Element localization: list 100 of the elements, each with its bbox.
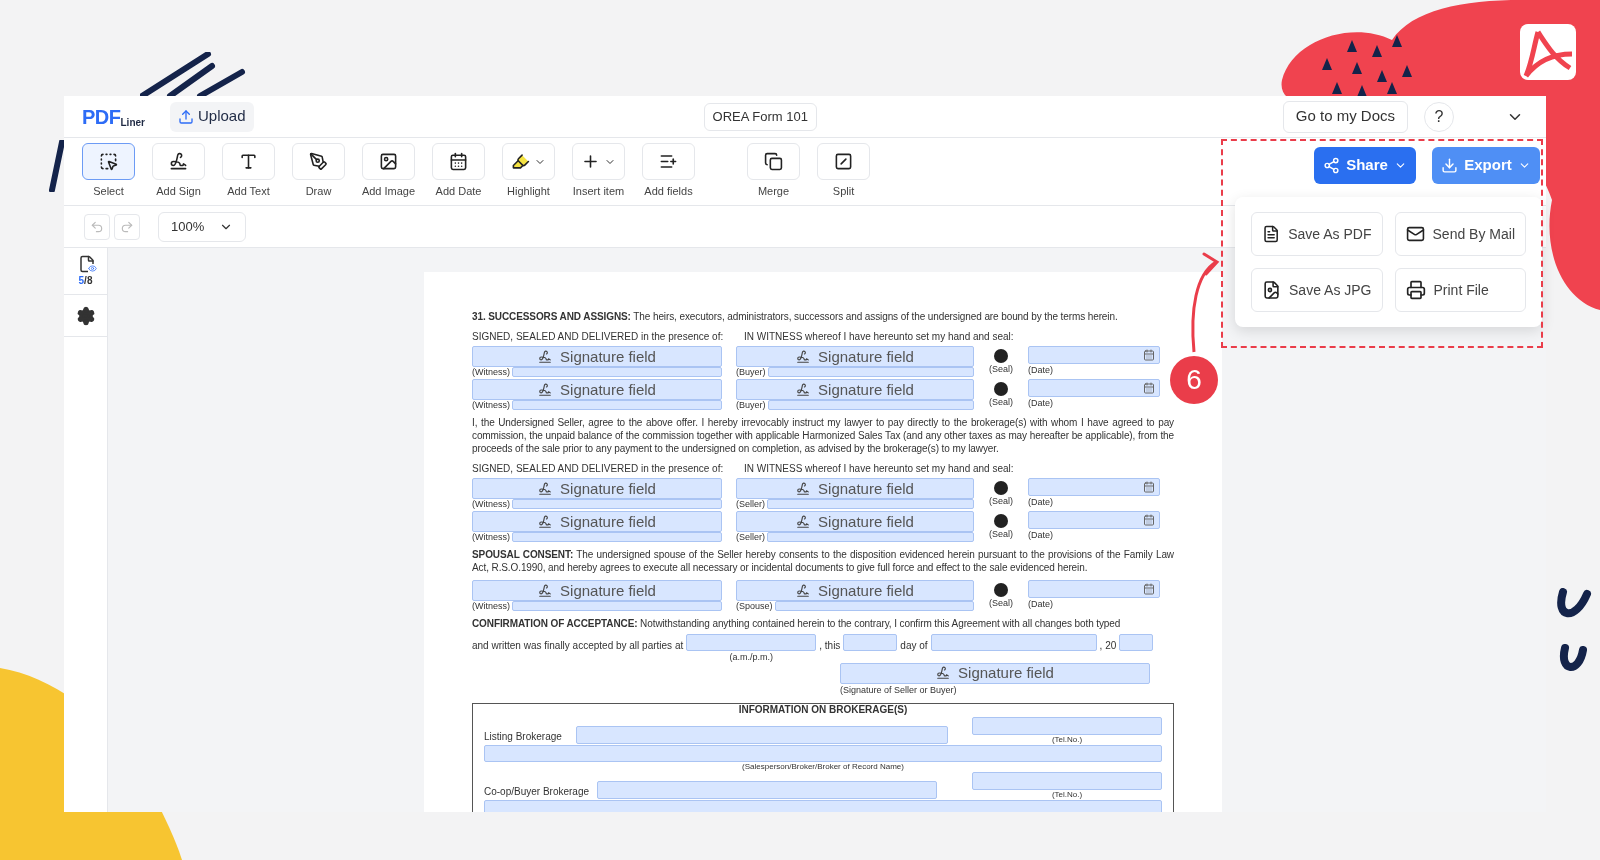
tool-button[interactable]: [82, 143, 135, 181]
calendar-icon: [1143, 382, 1155, 394]
signature-icon: [936, 666, 951, 680]
menu-item[interactable]: Send By Mail: [1394, 212, 1526, 256]
zoom-select[interactable]: 100%: [158, 211, 246, 242]
field-label: (Signature of Seller or Buyer): [840, 683, 957, 697]
date-field[interactable]: [1028, 478, 1160, 496]
input-field[interactable]: [512, 499, 722, 509]
signature-icon: [796, 583, 811, 598]
calendar-icon: [1143, 514, 1155, 526]
calendar-icon: [1143, 481, 1155, 493]
input-field[interactable]: [767, 532, 974, 542]
signature-field[interactable]: Signature field: [736, 580, 974, 601]
field-label: (Date): [1028, 366, 1054, 375]
menu-icon: [1405, 280, 1426, 300]
input-field[interactable]: [972, 717, 1162, 735]
input-field[interactable]: [1119, 634, 1154, 651]
signature-field[interactable]: Signature field: [472, 511, 722, 532]
section-heading: IN WITNESS whereof I have hereunto set my hand and seal:: [744, 330, 1014, 344]
signature-field[interactable]: Signature field: [472, 478, 722, 499]
tool-icon: [449, 152, 468, 172]
menu-item[interactable]: Save As PDF: [1251, 212, 1383, 256]
go-to-docs-button[interactable]: Go to my Docs: [1282, 100, 1408, 133]
signature-field[interactable]: Signature field: [736, 511, 974, 532]
signature-field[interactable]: Signature field: [472, 580, 722, 601]
signature-field[interactable]: Signature field: [840, 662, 1150, 684]
redo-button[interactable]: [114, 213, 140, 240]
signature-icon: [796, 382, 811, 397]
download-icon: [1441, 157, 1459, 174]
input-field[interactable]: [767, 499, 974, 509]
input-field[interactable]: [512, 367, 722, 377]
signature-field[interactable]: Signature field: [736, 379, 974, 400]
app-logo-icon: [1520, 24, 1576, 80]
tool-icon: [169, 152, 188, 172]
input-field[interactable]: [767, 367, 974, 377]
paragraph: SPOUSAL CONSENT: The undersigned spouse of the Seller hereby consents to the disposition evidenced herein pursuant to the provisions of the Family Law Act, R.S.O.1990, and hereby agrees to execute all necessary or incidental documents to give full force and effect to the sale evidenced herein.: [472, 548, 1174, 574]
calendar-icon: [1143, 349, 1155, 361]
tool-icon: [99, 152, 118, 172]
signature-icon: [538, 583, 553, 598]
field-label: (Date): [1028, 531, 1054, 540]
tool-label: Highlight: [507, 184, 550, 200]
signature-field[interactable]: Signature field: [736, 478, 974, 499]
date-field[interactable]: [1028, 346, 1160, 364]
menu-item[interactable]: Save As JPG: [1251, 268, 1383, 312]
tool-icon: [764, 152, 783, 172]
menu-item[interactable]: Print File: [1394, 268, 1526, 312]
tool-label: Add Image: [361, 184, 416, 200]
signature-field[interactable]: Signature field: [472, 379, 722, 400]
signature-icon: [538, 349, 553, 364]
input-field[interactable]: [774, 601, 974, 611]
undo-button[interactable]: [84, 213, 110, 240]
tool-label: Add fields: [644, 184, 693, 200]
input-field[interactable]: [512, 532, 722, 542]
paragraph: CONFIRMATION OF ACCEPTANCE: Notwithstanding anything contained herein to the contrary, I confirm this Agreement with all changes both typed: [472, 617, 1122, 630]
input-field[interactable]: [512, 400, 722, 410]
sentence-text: day of: [900, 639, 928, 653]
tool-icon: [834, 152, 853, 172]
input-field[interactable]: [597, 781, 938, 799]
signature-field[interactable]: Signature field: [736, 346, 974, 367]
tool-label: Insert item: [572, 184, 625, 200]
tool-label: Merge: [757, 184, 790, 200]
page-eye-icon: [77, 254, 94, 273]
field-label: (Seal): [989, 530, 1013, 539]
undo-icon: [90, 219, 104, 234]
input-field[interactable]: [686, 634, 817, 651]
paragraph: 31. SUCCESSORS AND ASSIGNS: The heirs, executors, administrators, successors and assigns of the undersigned are bound by the terms herein.: [472, 310, 1119, 323]
redo-icon: [120, 219, 134, 234]
tool-icon: [379, 152, 398, 172]
settings-icon: [75, 305, 96, 326]
date-field[interactable]: [1028, 580, 1160, 598]
menu-icon: [1262, 224, 1281, 244]
upload-button[interactable]: Upload: [170, 101, 254, 132]
signature-field[interactable]: Signature field: [472, 346, 722, 367]
input-field[interactable]: [972, 772, 1162, 790]
date-field[interactable]: [1028, 379, 1160, 397]
input-field[interactable]: [512, 601, 722, 611]
table-title: INFORMATION ON BROKERAGE(S): [738, 704, 908, 716]
field-label: (Seller): [736, 499, 765, 509]
share-icon: [1323, 157, 1341, 174]
input-field[interactable]: [930, 634, 1097, 651]
export-button[interactable]: Export: [1432, 147, 1540, 184]
share-button[interactable]: Share: [1314, 147, 1416, 184]
brush-stroke-drawing: [48, 140, 64, 192]
input-field[interactable]: [843, 634, 898, 651]
field-label: Listing Brokerage: [484, 730, 562, 744]
sentence-text: and written was finally accepted by all parties at: [472, 639, 684, 653]
document-title: OREA Form 101: [703, 102, 817, 131]
section-heading: IN WITNESS whereof I have hereunto set my hand and seal:: [744, 462, 1014, 476]
tool-label: Add Date: [435, 184, 482, 200]
input-field[interactable]: [484, 745, 1162, 762]
field-label: (Spouse): [736, 601, 773, 611]
input-field[interactable]: [767, 400, 974, 410]
signature-icon: [538, 481, 553, 496]
pages-button[interactable]: 5/8: [64, 248, 107, 295]
menu-icon: [1405, 224, 1425, 244]
input-field[interactable]: [575, 726, 948, 744]
section-heading: SIGNED, SEALED AND DELIVERED in the presence of:: [472, 330, 725, 344]
signature-icon: [538, 514, 553, 529]
date-field[interactable]: [1028, 511, 1160, 529]
field-label: (Tel.No.): [1051, 735, 1083, 744]
